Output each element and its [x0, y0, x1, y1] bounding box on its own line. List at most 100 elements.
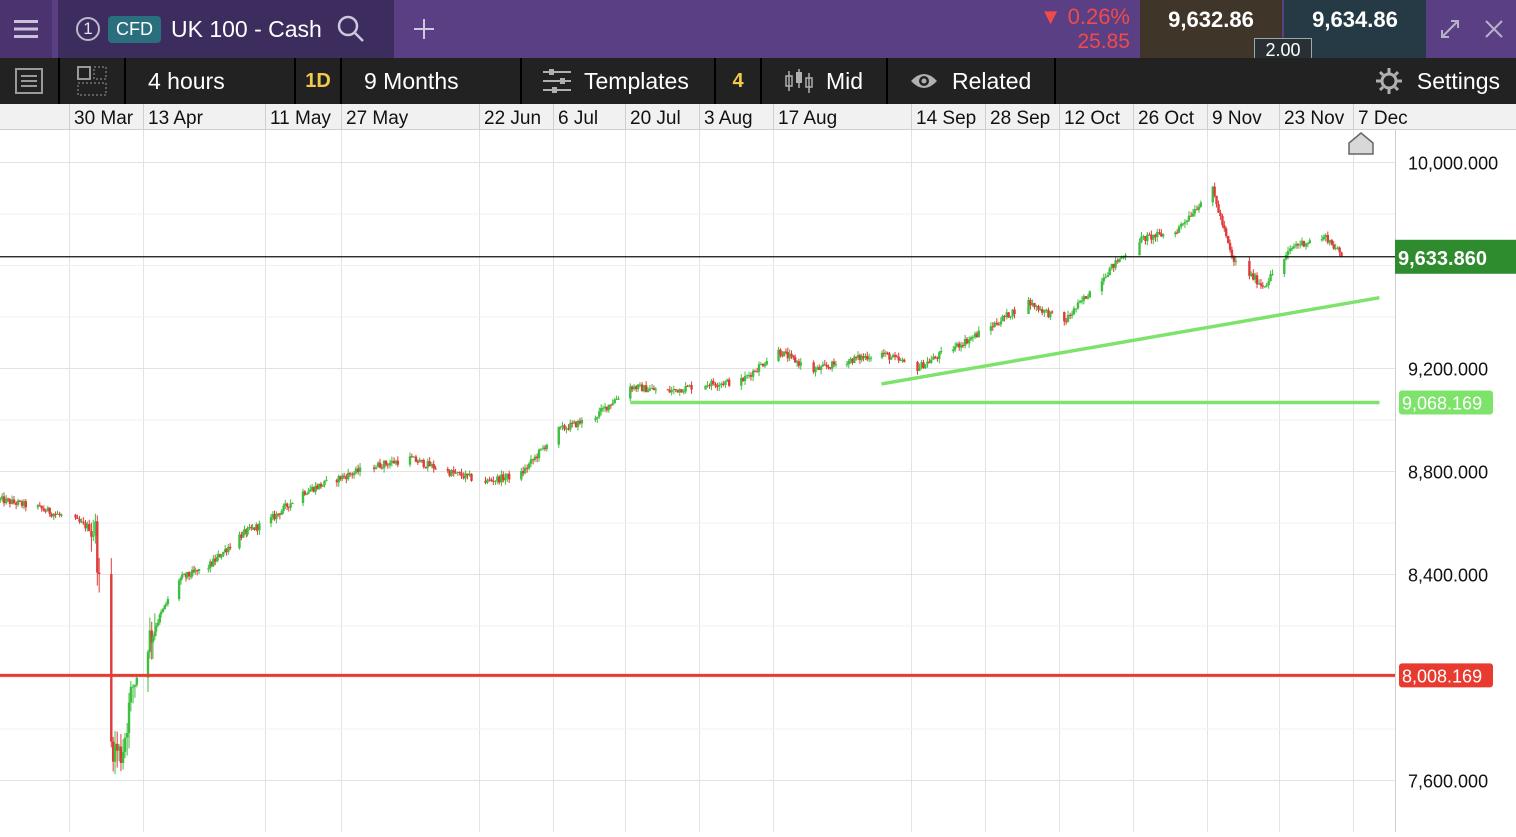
price-chart[interactable]: 10,000.000 9,200.000 8,800.000 8,400.000 7,6…: [0, 130, 1516, 832]
candle-body: [1156, 232, 1159, 238]
candle-body: [523, 467, 527, 474]
candle-body: [1259, 283, 1263, 286]
candle-body: [825, 364, 828, 367]
candle-body: [1183, 221, 1187, 224]
price-type-button[interactable]: Mid: [762, 58, 886, 104]
candle-body: [1324, 235, 1327, 237]
candle-body: [1076, 302, 1080, 309]
close-button[interactable]: [1474, 0, 1514, 58]
down-arrow-icon: ▼: [1039, 4, 1062, 29]
candle-body: [127, 702, 131, 734]
settings-button[interactable]: Settings: [1056, 58, 1516, 104]
candle-body: [56, 513, 59, 515]
candle-body: [207, 568, 210, 570]
settings-label: Settings: [1416, 67, 1500, 94]
candle-body: [1140, 236, 1143, 243]
menu-button[interactable]: [0, 0, 52, 58]
date-tick-label: 13 Apr: [148, 108, 204, 129]
candle-body: [408, 456, 412, 465]
candle-body: [123, 737, 127, 752]
candle-body: [258, 523, 261, 531]
candle-body: [559, 426, 562, 428]
candle-body: [1224, 228, 1228, 236]
candle-body: [799, 362, 802, 366]
candle-body: [955, 343, 959, 347]
candle-body: [724, 381, 727, 385]
templates-label: Templates: [584, 67, 689, 94]
candle-body: [321, 485, 324, 487]
candle-body: [133, 684, 137, 687]
candle-body: [845, 364, 849, 366]
range-select[interactable]: 9 Months: [342, 58, 520, 104]
candle-body: [1221, 215, 1224, 226]
interval-select[interactable]: 4 hours: [126, 58, 294, 104]
candle-body: [890, 357, 893, 360]
layout-button[interactable]: [60, 58, 124, 104]
candle-body: [594, 418, 597, 420]
candle-body: [1223, 225, 1226, 229]
candle-body: [938, 352, 941, 359]
period-code[interactable]: 1D: [296, 58, 340, 104]
plot-background: [0, 130, 1395, 832]
indicator-count[interactable]: 4: [716, 58, 760, 104]
candle-body: [545, 444, 549, 450]
candle-body: [498, 476, 501, 483]
chart-svg[interactable]: 10,000.000 9,200.000 8,800.000 8,400.000 7,6…: [0, 130, 1516, 832]
candle-body: [1009, 316, 1012, 318]
candle-body: [1066, 314, 1070, 322]
search-icon[interactable]: [336, 14, 366, 44]
candle-body: [834, 364, 838, 366]
candle-body: [965, 338, 969, 344]
candle-body: [674, 389, 677, 391]
price-tick-label: 9,200.000: [1408, 360, 1488, 380]
candle-body: [1320, 239, 1324, 241]
date-tick-label: 11 May: [270, 108, 331, 129]
candle-body: [113, 743, 117, 762]
expand-button[interactable]: [1430, 0, 1470, 58]
candle-body: [1292, 246, 1296, 249]
candle-body: [159, 612, 163, 615]
candle-body: [1304, 243, 1308, 247]
candle-body: [492, 480, 495, 482]
spread-badge: 2.00: [1254, 38, 1312, 60]
candle-body: [434, 468, 437, 470]
candle-body: [388, 462, 392, 466]
candle-body: [164, 603, 168, 606]
candle-body: [1106, 275, 1110, 278]
candle-body: [220, 555, 223, 558]
candle-body: [1338, 247, 1341, 253]
candle-body: [680, 389, 683, 393]
candle-body: [952, 349, 955, 352]
candle-body: [197, 569, 201, 572]
price-tick-label: 8,800.000: [1408, 463, 1488, 483]
add-tab-button[interactable]: [406, 0, 442, 58]
candle-body: [428, 461, 431, 467]
candle-body: [539, 448, 543, 450]
candle-body: [1185, 220, 1189, 222]
candle-body: [390, 460, 394, 463]
candle-body: [1138, 242, 1141, 256]
candle-body: [354, 468, 358, 473]
candle-body: [490, 479, 493, 481]
candle-body: [131, 686, 135, 688]
candle-body: [121, 751, 125, 763]
watchlist-button[interactable]: [0, 58, 58, 104]
candle-body: [446, 469, 449, 471]
instrument-tab[interactable]: 1 CFD UK 100 - Cash: [58, 0, 394, 58]
candle-body: [1234, 260, 1238, 262]
related-button[interactable]: Related: [888, 58, 1054, 104]
candle-body: [995, 322, 999, 325]
candle-body: [92, 535, 95, 537]
date-tick-label: 30 Mar: [74, 108, 134, 129]
candle-body: [177, 580, 181, 600]
date-tick-label: 14 Sep: [916, 108, 976, 129]
change-absolute: 25.85: [1077, 30, 1130, 53]
candle-body: [1114, 260, 1117, 268]
candle-body: [380, 467, 384, 469]
date-tick-label: 3 Aug: [704, 108, 753, 129]
candle-body: [1146, 234, 1149, 242]
candle-body: [466, 473, 469, 476]
templates-button[interactable]: Templates: [522, 58, 714, 104]
candle-body: [1340, 252, 1343, 257]
candle-body: [869, 357, 873, 359]
